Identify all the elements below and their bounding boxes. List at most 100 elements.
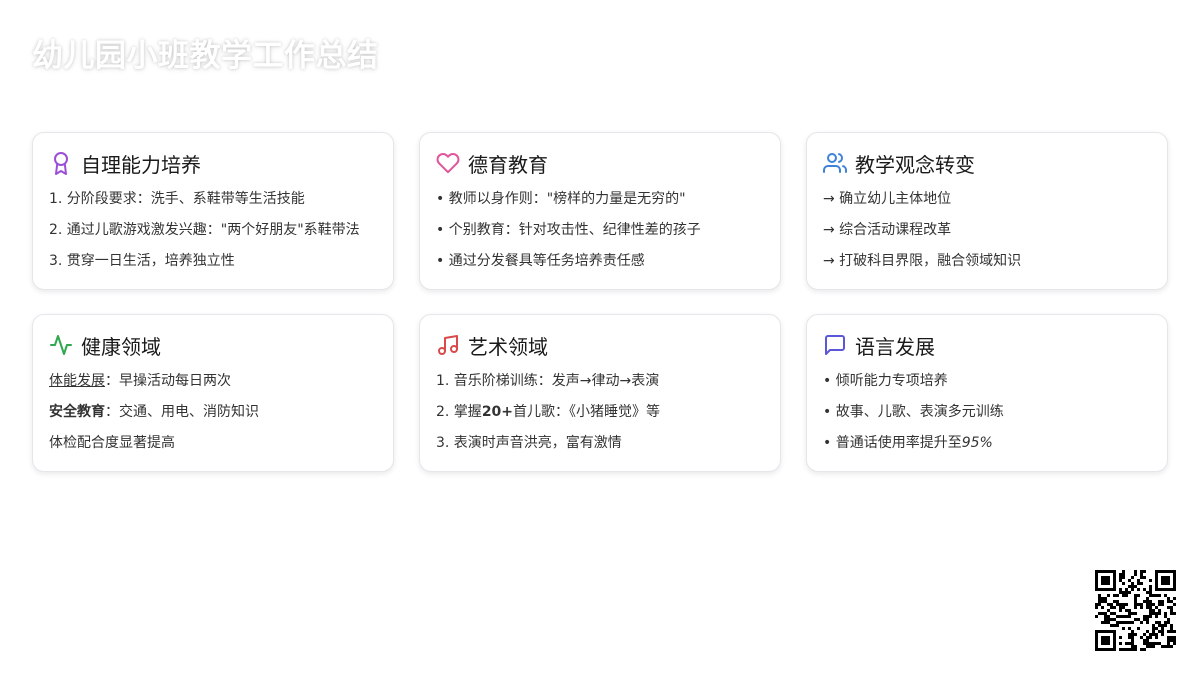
qr-module xyxy=(1122,648,1125,651)
qr-module xyxy=(1119,588,1122,591)
card-list: 1. 音乐阶梯训练：发声→律动→表演 2. 掌握20+首儿歌：《小猪睡觉》等 3… xyxy=(436,372,764,452)
qr-module xyxy=(1098,594,1101,597)
qr-module xyxy=(1155,606,1158,609)
qr-module xyxy=(1164,624,1167,627)
item-text: ：早操活动每日两次 xyxy=(105,373,231,389)
qr-module xyxy=(1134,633,1137,636)
card-self-care: 自理能力培养 1. 分阶段要求：洗手、系鞋带等生活技能 2. 通过儿歌游戏激发兴… xyxy=(32,132,394,290)
list-item: 体检配合度显著提高 xyxy=(49,435,175,451)
qr-module xyxy=(1131,612,1134,615)
qr-module xyxy=(1161,633,1164,636)
qr-module xyxy=(1155,615,1158,618)
qr-module xyxy=(1143,615,1146,618)
qr-module xyxy=(1122,573,1125,576)
qr-module xyxy=(1122,576,1125,579)
qr-module xyxy=(1113,594,1116,597)
qr-module xyxy=(1140,603,1143,606)
qr-module xyxy=(1158,621,1161,624)
qr-module xyxy=(1131,630,1134,633)
card-list: • 教师以身作则："榜样的力量是无穷的" • 个别教育：针对攻击性、纪律性差的孩… xyxy=(436,190,764,270)
qr-module xyxy=(1128,609,1131,612)
qr-module xyxy=(1143,618,1146,621)
qr-module xyxy=(1107,618,1110,621)
card-title: 自理能力培养 xyxy=(81,152,201,177)
qr-module xyxy=(1122,591,1125,594)
qr-module xyxy=(1110,603,1113,606)
card-list: 1. 分阶段要求：洗手、系鞋带等生活技能 2. 通过儿歌游戏激发兴趣："两个好朋… xyxy=(49,190,377,270)
list-item: → 确立幼儿主体地位 xyxy=(823,191,952,207)
qr-module xyxy=(1131,636,1134,639)
qr-module xyxy=(1149,600,1152,603)
qr-module xyxy=(1119,591,1122,594)
list-item: • 故事、儿歌、表演多元训练 xyxy=(823,404,1004,420)
qr-module xyxy=(1122,570,1125,573)
qr-module xyxy=(1149,603,1152,606)
qr-module xyxy=(1158,609,1161,612)
qr-module xyxy=(1119,615,1122,618)
qr-module xyxy=(1131,633,1134,636)
qr-module xyxy=(1161,624,1164,627)
qr-module xyxy=(1116,603,1119,606)
item-text: 首儿歌：《小猪睡觉》等 xyxy=(513,404,661,420)
qr-module xyxy=(1152,609,1155,612)
qr-module xyxy=(1158,594,1161,597)
qr-module xyxy=(1149,579,1152,582)
qr-module xyxy=(1146,600,1149,603)
qr-module xyxy=(1095,606,1098,609)
qr-module xyxy=(1110,618,1113,621)
qr-module xyxy=(1131,648,1134,651)
qr-module xyxy=(1170,609,1173,612)
qr-module xyxy=(1167,597,1170,600)
qr-module xyxy=(1122,615,1125,618)
qr-module xyxy=(1155,627,1158,630)
qr-module xyxy=(1152,603,1155,606)
qr-module xyxy=(1140,582,1143,585)
qr-module xyxy=(1146,639,1149,642)
qr-module xyxy=(1131,621,1134,624)
qr-module xyxy=(1134,600,1137,603)
qr-module xyxy=(1161,627,1164,630)
card-health: 健康领域 体能发展：早操活动每日两次 安全教育：交通、用电、消防知识 体检配合度… xyxy=(32,314,394,472)
qr-module xyxy=(1149,642,1152,645)
qr-module xyxy=(1137,588,1140,591)
qr-module xyxy=(1134,645,1137,648)
qr-module xyxy=(1167,600,1170,603)
qr-module xyxy=(1146,636,1149,639)
activity-icon xyxy=(49,333,73,357)
list-item: 2. 通过儿歌游戏激发兴趣："两个好朋友"系鞋带法 xyxy=(49,222,360,238)
card-title: 艺术领域 xyxy=(468,334,548,359)
qr-module xyxy=(1170,639,1173,642)
qr-module xyxy=(1134,612,1137,615)
qr-module xyxy=(1152,642,1155,645)
qr-module xyxy=(1104,597,1107,600)
qr-module xyxy=(1155,612,1158,615)
qr-module xyxy=(1149,609,1152,612)
qr-module xyxy=(1170,636,1173,639)
qr-module xyxy=(1161,600,1164,603)
list-item: • 教师以身作则："榜样的力量是无穷的" xyxy=(436,191,686,207)
qr-module xyxy=(1137,582,1140,585)
qr-module xyxy=(1140,606,1143,609)
qr-module xyxy=(1152,633,1155,636)
list-item: • 倾听能力专项培养 xyxy=(823,373,948,389)
card-header: 语言发展 xyxy=(823,332,1151,359)
qr-module xyxy=(1149,615,1152,618)
qr-module xyxy=(1158,630,1161,633)
qr-module xyxy=(1128,627,1131,630)
item-text: ：交通、用电、消防知识 xyxy=(105,404,259,420)
qr-module xyxy=(1134,594,1137,597)
card-header: 教学观念转变 xyxy=(823,150,1151,177)
qr-module xyxy=(1116,600,1119,603)
qr-module xyxy=(1146,615,1149,618)
qr-module xyxy=(1113,600,1116,603)
qr-module xyxy=(1173,597,1176,600)
qr-module xyxy=(1119,579,1122,582)
qr-module xyxy=(1152,594,1155,597)
qr-module xyxy=(1098,600,1101,603)
qr-module xyxy=(1140,648,1143,651)
item-highlight: 95% xyxy=(961,435,993,451)
qr-module xyxy=(1119,648,1122,651)
qr-module xyxy=(1143,648,1146,651)
qr-module xyxy=(1113,624,1116,627)
qr-module xyxy=(1164,615,1167,618)
